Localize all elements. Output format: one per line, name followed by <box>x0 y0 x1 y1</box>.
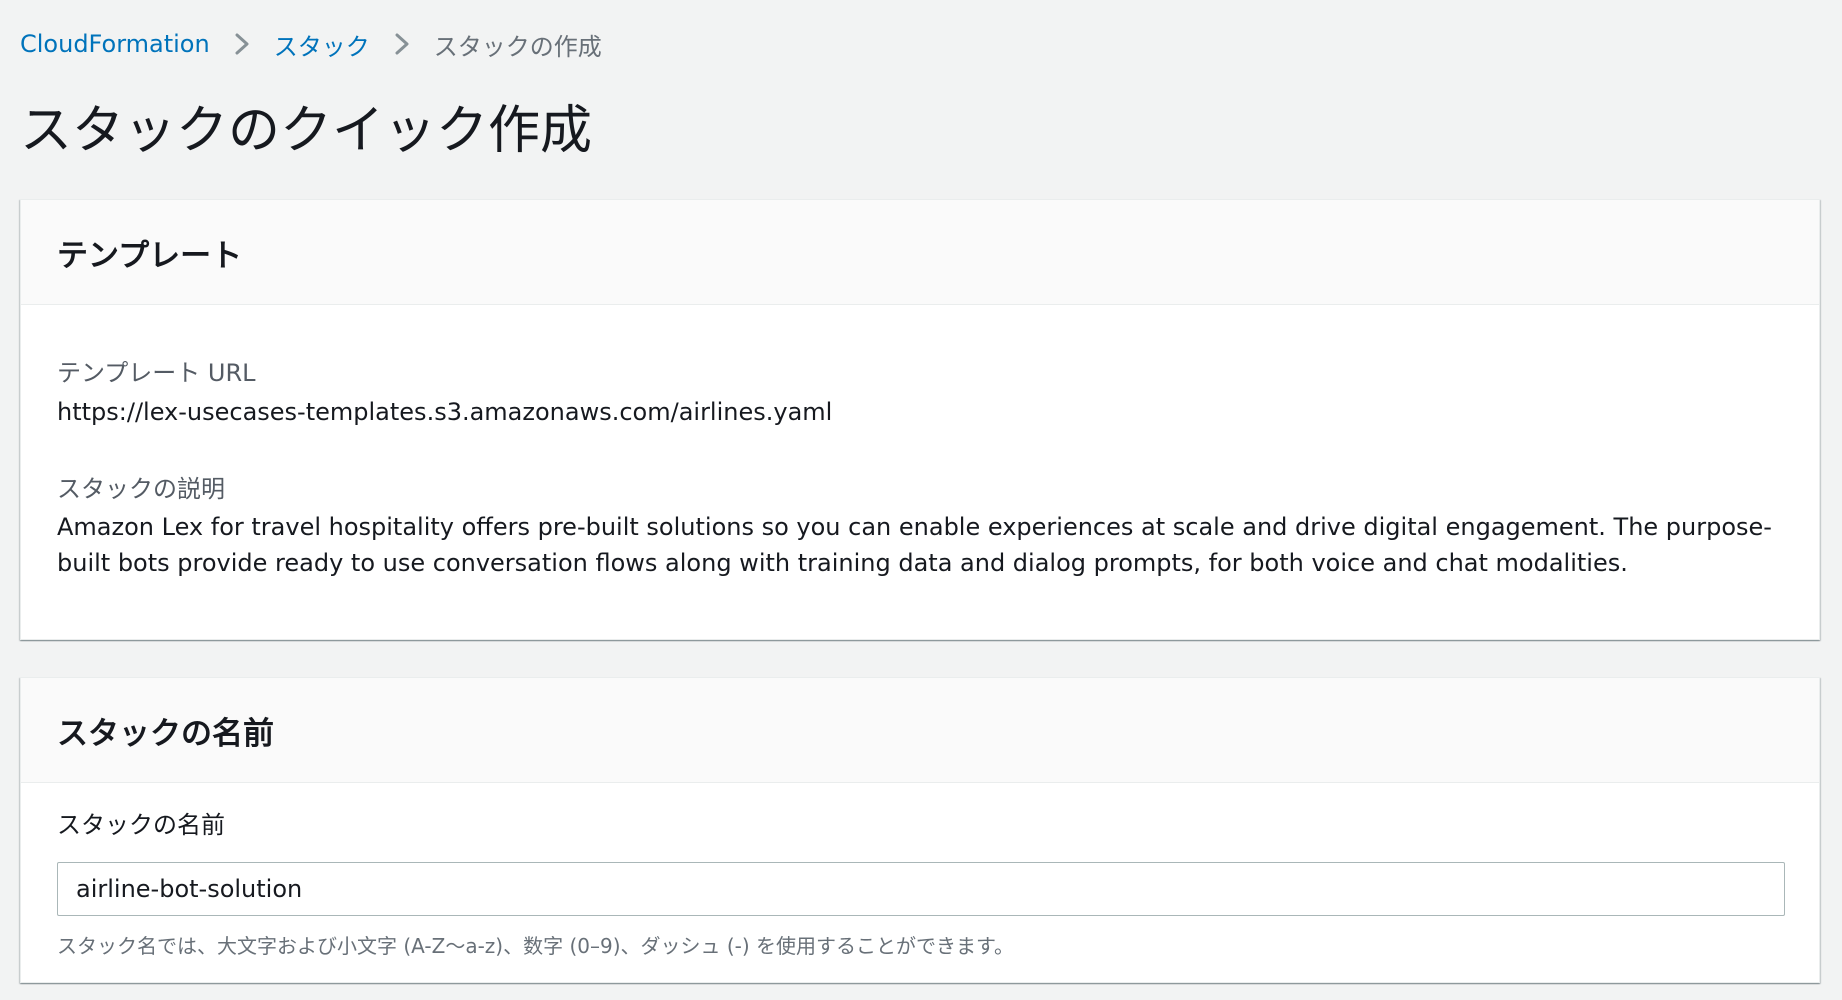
breadcrumb-current: スタックの作成 <box>433 32 602 61</box>
breadcrumb-cloudformation-link[interactable]: CloudFormation <box>20 30 210 58</box>
breadcrumb: CloudFormation スタック スタックの作成 <box>20 26 602 62</box>
chevron-right-icon <box>370 26 434 62</box>
stack-name-panel-header: スタックの名前 <box>21 678 1819 783</box>
stack-description-label: スタックの説明 <box>57 475 225 503</box>
stack-name-constraint: スタック名では、大文字および小文字 (A-Z〜a-z)、数字 (0–9)、ダッシ… <box>57 934 1015 958</box>
page-title: スタックのクイック作成 <box>20 101 593 161</box>
breadcrumb-stacks-link[interactable]: スタック <box>274 27 370 62</box>
template-panel-body: テンプレート URL https://lex-usecases-template… <box>21 305 1819 639</box>
stack-name-panel-heading: スタックの名前 <box>57 715 274 752</box>
stack-name-label: スタックの名前 <box>57 811 225 839</box>
template-url-value: https://lex-usecases-templates.s3.amazon… <box>57 398 833 426</box>
stack-name-panel: スタックの名前 スタックの名前 スタック名では、大文字および小文字 (A-Z〜a… <box>20 677 1820 983</box>
stack-name-input[interactable] <box>57 862 1785 916</box>
stack-name-panel-body: スタックの名前 スタック名では、大文字および小文字 (A-Z〜a-z)、数字 (… <box>21 783 1819 982</box>
stack-description-value: Amazon Lex for travel hospitality offers… <box>57 513 1772 577</box>
template-url-label: テンプレート URL <box>57 359 256 387</box>
template-panel-heading: テンプレート <box>57 237 243 274</box>
template-panel: テンプレート テンプレート URL https://lex-usecases-t… <box>20 199 1820 640</box>
chevron-right-icon <box>210 26 274 62</box>
template-panel-header: テンプレート <box>21 200 1819 305</box>
